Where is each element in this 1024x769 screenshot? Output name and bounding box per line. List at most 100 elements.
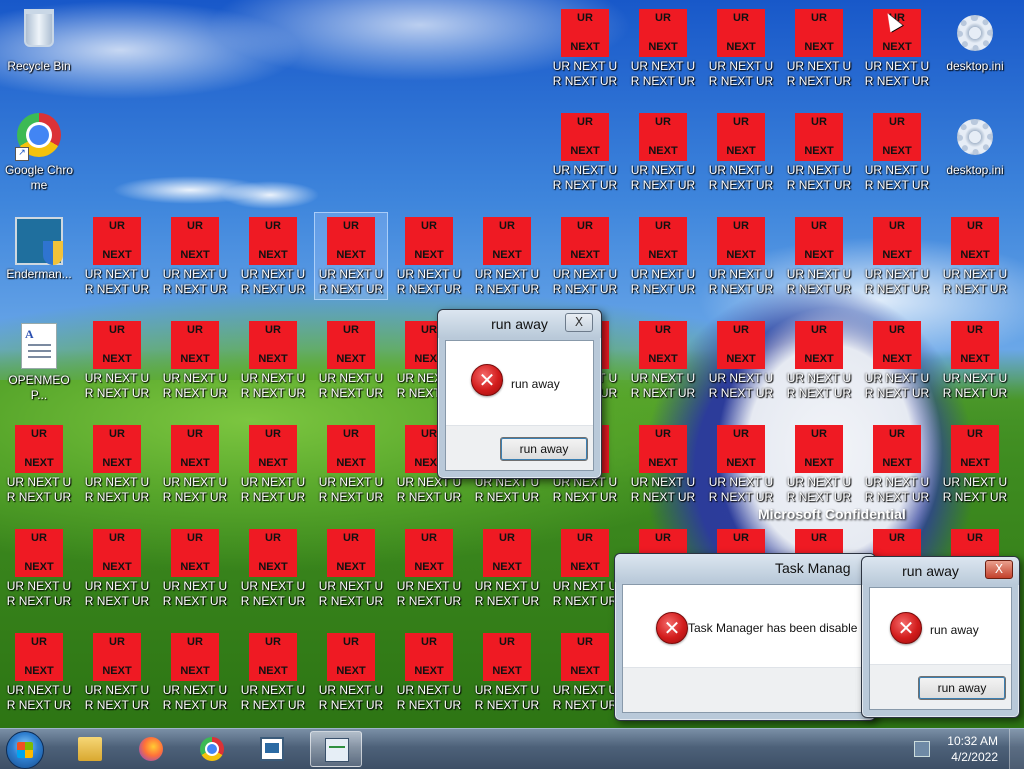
- taskbar-firefox[interactable]: [125, 731, 177, 767]
- ur-next-image: UR NEXT: [405, 217, 453, 265]
- ur-next-icon[interactable]: UR NEXT UR NEXT UR NEXT UR ...: [236, 628, 310, 716]
- ur-next-icon[interactable]: UR NEXT UR NEXT UR NEXT UR ...: [704, 108, 778, 196]
- close-button[interactable]: X: [565, 313, 593, 332]
- desktop-ini-1-desktop-icon[interactable]: desktop.ini: [938, 4, 1012, 92]
- ur-next-icon[interactable]: UR NEXT UR NEXT UR NEXT UR ...: [158, 524, 232, 612]
- ur-next-icon[interactable]: UR NEXT UR NEXT UR NEXT UR ...: [704, 316, 778, 404]
- ur-next-icon[interactable]: UR NEXT UR NEXT UR NEXT UR ...: [158, 628, 232, 716]
- ur-next-icon[interactable]: UR NEXT UR NEXT UR NEXT UR ...: [314, 628, 388, 716]
- ur-next-icon[interactable]: UR NEXT UR NEXT UR NEXT UR ...: [314, 316, 388, 404]
- ur-text: UR: [187, 532, 203, 544]
- run-away-dialog[interactable]: run away X ✕ run away run away: [437, 309, 602, 479]
- ur-next-icon[interactable]: UR NEXT UR NEXT UR NEXT UR ...: [236, 420, 310, 508]
- ur-next-icon[interactable]: UR NEXT UR NEXT UR NEXT UR ...: [80, 316, 154, 404]
- show-desktop-button[interactable]: [1009, 729, 1024, 769]
- taskbar-task-manager[interactable]: [310, 731, 362, 767]
- network-icon[interactable]: [914, 741, 930, 757]
- taskbar-explorer[interactable]: [64, 731, 116, 767]
- run-away-button[interactable]: run away: [500, 437, 588, 461]
- enderman-app-desktop-icon[interactable]: Enderman...: [2, 212, 76, 300]
- ur-next-icon[interactable]: UR NEXT UR NEXT UR NEXT UR ...: [626, 212, 700, 300]
- ur-next-icon[interactable]: UR NEXT UR NEXT UR NEXT UR ...: [782, 212, 856, 300]
- ur-next-icon[interactable]: UR NEXT UR NEXT UR NEXT UR ...: [548, 524, 622, 612]
- next-text: NEXT: [960, 249, 990, 261]
- ur-next-icon[interactable]: UR NEXT UR NEXT UR NEXT UR ...: [236, 212, 310, 300]
- dialog-message: run away: [930, 623, 979, 637]
- ur-next-icon[interactable]: UR NEXT UR NEXT UR NEXT UR ...: [548, 108, 622, 196]
- ur-next-icon[interactable]: UR NEXT UR NEXT UR NEXT UR ...: [704, 420, 778, 508]
- ur-next-icon[interactable]: UR NEXT UR NEXT UR NEXT UR ...: [860, 420, 934, 508]
- ur-next-icon[interactable]: UR NEXT UR NEXT UR NEXT UR ...: [392, 524, 466, 612]
- ur-next-icon[interactable]: UR NEXT UR NEXT UR NEXT UR ...: [80, 212, 154, 300]
- next-text: NEXT: [258, 457, 288, 469]
- ur-next-icon[interactable]: UR NEXT UR NEXT UR NEXT UR ...: [704, 212, 778, 300]
- ur-next-icon[interactable]: UR NEXT UR NEXT UR NEXT UR ...: [392, 212, 466, 300]
- dialog-content: ✕ run away run away: [869, 587, 1012, 710]
- ur-next-icon[interactable]: UR NEXT UR NEXT UR NEXT UR ...: [782, 108, 856, 196]
- ur-next-icon[interactable]: UR NEXT UR NEXT UR NEXT UR ...: [2, 628, 76, 716]
- ur-next-icon[interactable]: UR NEXT UR NEXT UR NEXT UR ...: [2, 524, 76, 612]
- ur-next-icon[interactable]: UR NEXT UR NEXT UR NEXT UR ...: [314, 524, 388, 612]
- ur-next-icon[interactable]: UR NEXT UR NEXT UR NEXT UR ...: [626, 108, 700, 196]
- ur-next-icon[interactable]: UR NEXT UR NEXT UR NEXT UR ...: [860, 108, 934, 196]
- ur-next-icon[interactable]: UR NEXT UR NEXT UR NEXT UR ...: [548, 212, 622, 300]
- ur-next-icon[interactable]: UR NEXT UR NEXT UR NEXT UR ...: [782, 316, 856, 404]
- taskbar-chrome[interactable]: [186, 731, 238, 767]
- ur-next-icon[interactable]: UR NEXT UR NEXT UR NEXT UR ...: [860, 316, 934, 404]
- google-chrome-desktop-icon[interactable]: ↗ Google Chrome: [2, 108, 76, 196]
- run-away-dialog-2[interactable]: run away X ✕ run away run away: [861, 556, 1020, 718]
- ur-next-icon[interactable]: UR NEXT UR NEXT UR NEXT UR ...: [158, 420, 232, 508]
- dialog-titlebar[interactable]: Task Manag: [615, 554, 875, 582]
- ur-next-icon[interactable]: UR NEXT UR NEXT UR NEXT UR ...: [2, 420, 76, 508]
- ur-next-icon[interactable]: UR NEXT UR NEXT UR NEXT UR ...: [392, 628, 466, 716]
- icon-label: UR NEXT UR NEXT UR ...: [318, 579, 384, 608]
- ur-next-image: UR NEXT: [717, 425, 765, 473]
- ur-next-icon[interactable]: UR NEXT UR NEXT UR NEXT UR ...: [80, 628, 154, 716]
- ur-next-icon[interactable]: UR NEXT UR NEXT UR NEXT UR ...: [782, 4, 856, 92]
- desktop-ini-2-desktop-icon[interactable]: desktop.ini: [938, 108, 1012, 196]
- taskbar-app-window[interactable]: [246, 731, 298, 767]
- recycle-bin-desktop-icon[interactable]: Recycle Bin: [2, 4, 76, 92]
- ur-next-icon[interactable]: UR NEXT UR NEXT UR NEXT UR ...: [470, 524, 544, 612]
- ur-next-icon[interactable]: UR NEXT UR NEXT UR NEXT UR ...: [158, 212, 232, 300]
- icon-label: UR NEXT UR NEXT UR ...: [240, 371, 306, 400]
- ur-next-icon[interactable]: UR NEXT UR NEXT UR NEXT UR ...: [158, 316, 232, 404]
- ur-next-icon[interactable]: UR NEXT UR NEXT UR NEXT UR ...: [80, 420, 154, 508]
- ur-next-icon[interactable]: UR NEXT UR NEXT UR NEXT UR ...: [314, 420, 388, 508]
- icon-label: UR NEXT UR NEXT UR ...: [318, 475, 384, 504]
- icon-label: UR NEXT UR NEXT UR ...: [396, 579, 462, 608]
- next-text: NEXT: [492, 665, 522, 677]
- ur-next-icon[interactable]: UR NEXT UR NEXT UR NEXT UR ...: [548, 4, 622, 92]
- error-icon: ✕: [656, 612, 688, 644]
- dialog-titlebar[interactable]: run away X: [862, 557, 1019, 585]
- icon-label: Enderman...: [6, 267, 72, 281]
- icon-label: Google Chrome: [4, 163, 74, 192]
- dialog-titlebar[interactable]: run away X: [438, 310, 601, 338]
- ur-next-icon[interactable]: UR NEXT UR NEXT UR NEXT UR ...: [938, 420, 1012, 508]
- ur-next-icon[interactable]: UR NEXT UR NEXT UR NEXT UR ...: [938, 212, 1012, 300]
- ur-next-icon[interactable]: UR NEXT UR NEXT UR NEXT UR ...: [860, 212, 934, 300]
- ur-next-icon[interactable]: UR NEXT UR NEXT UR NEXT UR ...: [626, 420, 700, 508]
- clock-time[interactable]: 10:32 AM: [947, 734, 998, 748]
- task-manager-dialog[interactable]: Task Manag ✕ Task Manager has been disab…: [614, 553, 876, 721]
- ur-next-icon[interactable]: UR NEXT UR NEXT UR NEXT UR ...: [470, 628, 544, 716]
- ur-next-icon[interactable]: UR NEXT UR NEXT UR NEXT UR ...: [236, 524, 310, 612]
- ur-next-icon[interactable]: UR NEXT UR NEXT UR NEXT UR ...: [704, 4, 778, 92]
- folder-icon: [78, 737, 102, 761]
- ur-next-icon[interactable]: UR NEXT UR NEXT UR NEXT UR ...: [314, 212, 388, 300]
- ur-next-icon[interactable]: UR NEXT UR NEXT UR NEXT UR ...: [782, 420, 856, 508]
- clock-date[interactable]: 4/2/2022: [951, 750, 998, 764]
- ur-next-icon[interactable]: UR NEXT UR NEXT UR NEXT UR ...: [548, 628, 622, 716]
- ur-next-icon[interactable]: UR NEXT UR NEXT UR NEXT UR ...: [938, 316, 1012, 404]
- ur-next-icon[interactable]: UR NEXT UR NEXT UR NEXT UR ...: [626, 4, 700, 92]
- run-away-button[interactable]: run away: [918, 676, 1006, 700]
- start-button[interactable]: [6, 731, 44, 769]
- icon-label: UR NEXT UR NEXT UR ...: [552, 267, 618, 296]
- close-button[interactable]: X: [985, 560, 1013, 579]
- ur-next-icon[interactable]: UR NEXT UR NEXT UR NEXT UR ...: [236, 316, 310, 404]
- ur-next-icon[interactable]: UR NEXT UR NEXT UR NEXT UR ...: [470, 212, 544, 300]
- ur-text: UR: [31, 636, 47, 648]
- ur-next-icon[interactable]: UR NEXT UR NEXT UR NEXT UR ...: [626, 316, 700, 404]
- openmeop-doc-desktop-icon[interactable]: A OPENMEOP...: [2, 316, 76, 404]
- ur-next-icon[interactable]: UR NEXT UR NEXT UR NEXT UR ...: [80, 524, 154, 612]
